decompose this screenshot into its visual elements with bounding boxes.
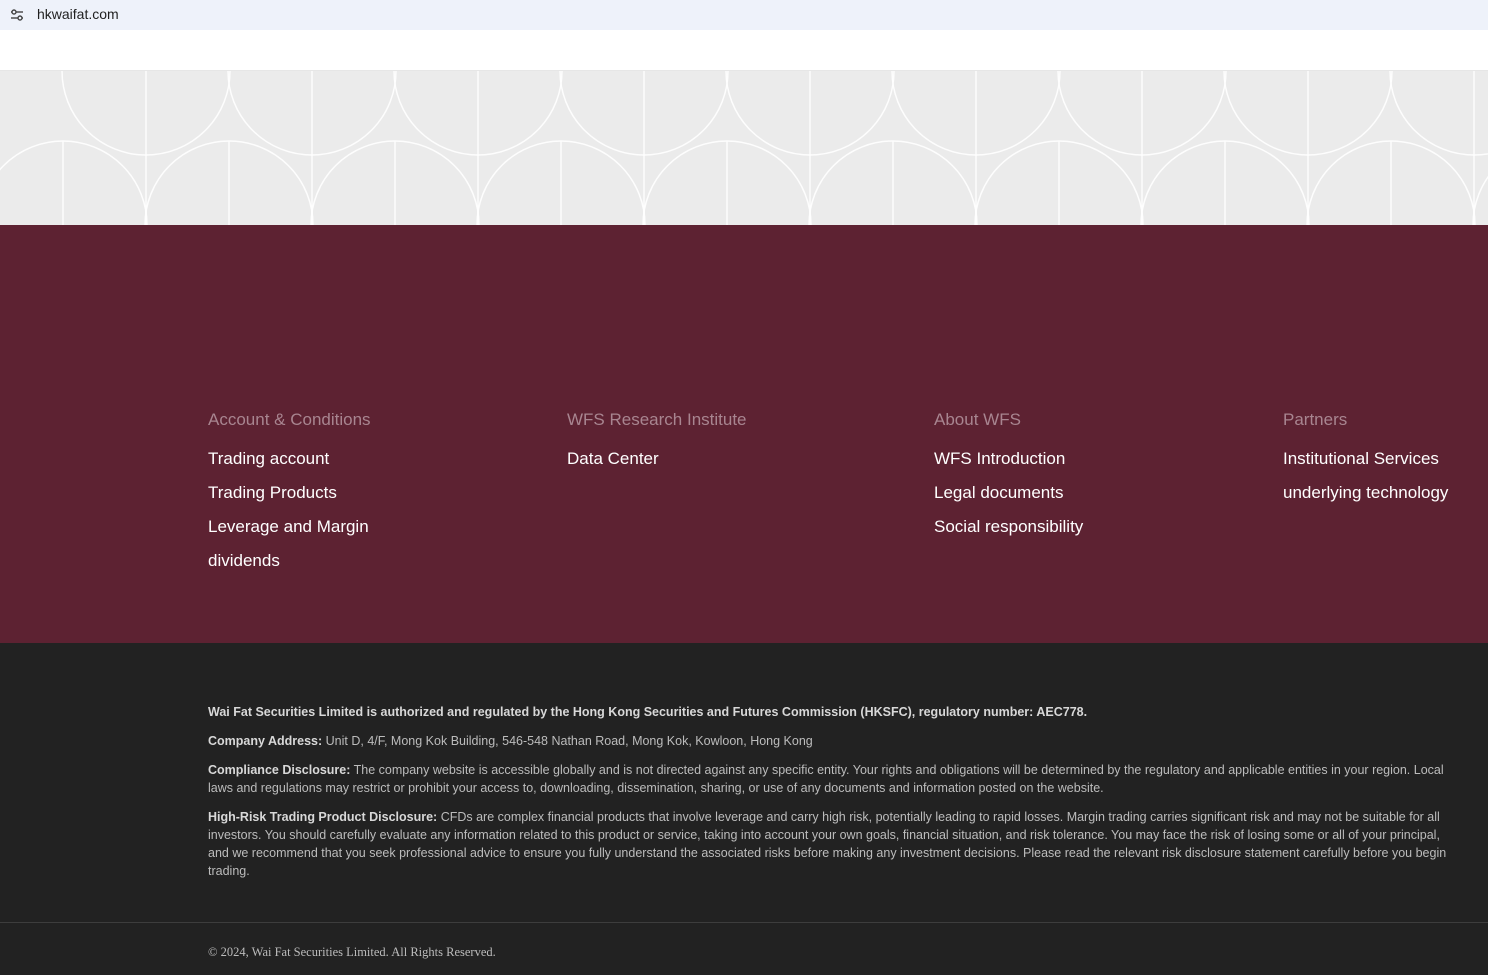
url-text[interactable]: hkwaifat.com [37, 6, 119, 22]
link-legal-documents[interactable]: Legal documents [934, 482, 1083, 504]
tune-icon[interactable] [8, 6, 26, 24]
footer-column-account: Account & Conditions Trading account Tra… [208, 409, 371, 584]
link-social-responsibility[interactable]: Social responsibility [934, 516, 1083, 538]
link-trading-account[interactable]: Trading account [208, 448, 371, 470]
decorative-pattern [0, 71, 1488, 225]
link-underlying-technology[interactable]: underlying technology [1283, 482, 1448, 504]
column-title: WFS Research Institute [567, 410, 747, 429]
link-trading-products[interactable]: Trading Products [208, 482, 371, 504]
link-institutional-services[interactable]: Institutional Services [1283, 448, 1448, 470]
risk-disclosure: High-Risk Trading Product Disclosure: CF… [208, 810, 1447, 878]
legal-divider [0, 922, 1488, 923]
legal-text-block: Wai Fat Securities Limited is authorized… [208, 703, 1453, 891]
link-dividends[interactable]: dividends [208, 550, 371, 572]
browser-address-bar: hkwaifat.com [0, 0, 1488, 30]
column-title: Partners [1283, 410, 1348, 429]
link-wfs-introduction[interactable]: WFS Introduction [934, 448, 1083, 470]
footer-links-section: Account & Conditions Trading account Tra… [0, 225, 1488, 643]
compliance-disclosure: Compliance Disclosure: The company websi… [208, 763, 1444, 795]
arc-pattern-graphic [0, 71, 1488, 225]
footer-column-about: About WFS WFS Introduction Legal documen… [934, 409, 1083, 550]
site-header [0, 30, 1488, 71]
column-title: Account & Conditions [208, 410, 371, 429]
link-data-center[interactable]: Data Center [567, 448, 747, 470]
copyright: © 2024, Wai Fat Securities Limited. All … [208, 945, 496, 959]
footer-column-research: WFS Research Institute Data Center [567, 409, 747, 482]
column-title: About WFS [934, 410, 1021, 429]
regulation-statement: Wai Fat Securities Limited is authorized… [208, 705, 1088, 719]
company-address: Company Address: Unit D, 4/F, Mong Kok B… [208, 734, 813, 748]
footer-column-partners: Partners Institutional Services underlyi… [1283, 409, 1448, 516]
link-leverage-margin[interactable]: Leverage and Margin [208, 516, 371, 538]
legal-section: Wai Fat Securities Limited is authorized… [0, 643, 1488, 975]
